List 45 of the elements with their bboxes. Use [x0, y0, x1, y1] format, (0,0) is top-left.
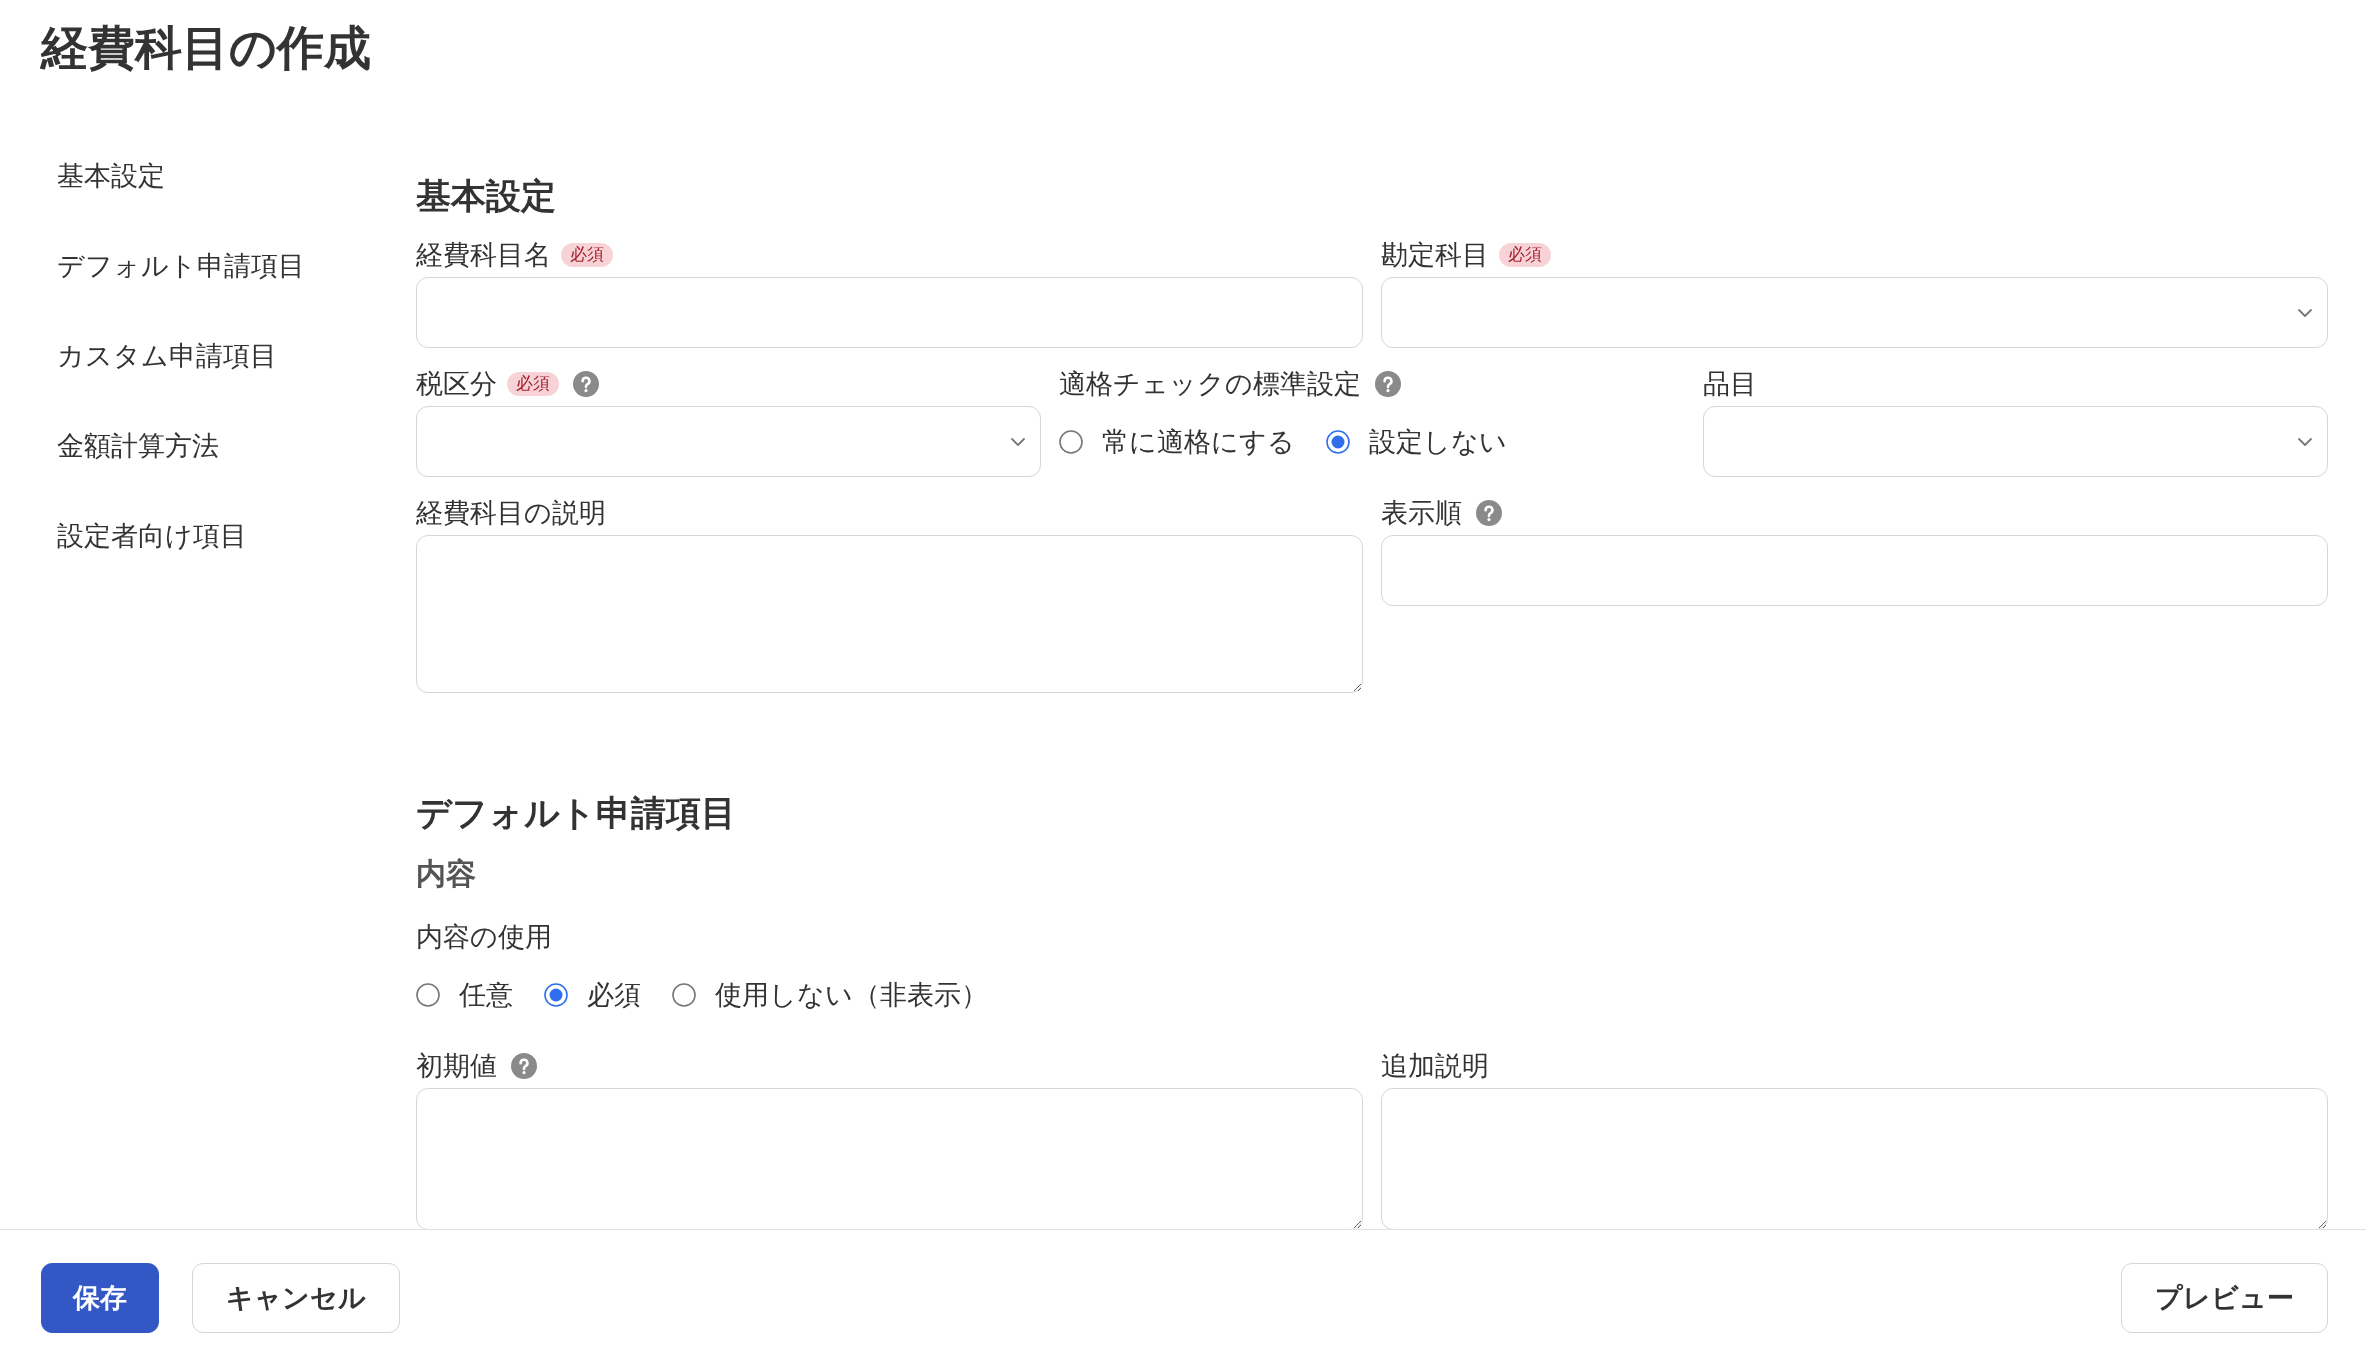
field-label: 追加説明 [1381, 1050, 1489, 1083]
help-icon[interactable] [511, 1053, 537, 1079]
help-icon[interactable] [573, 371, 599, 397]
field-label: 初期値 [416, 1050, 497, 1083]
field-label: 勘定科目 [1381, 239, 1489, 272]
preview-button[interactable]: プレビュー [2121, 1263, 2328, 1333]
help-icon[interactable] [1375, 371, 1402, 397]
radio-option[interactable]: 設定しない [1326, 422, 1508, 461]
text-field[interactable] [416, 277, 1363, 348]
required-badge: 必須 [561, 243, 613, 267]
sidebar-link[interactable]: 金額計算方法 [57, 401, 219, 491]
radio-option[interactable]: 使用しない（非表示） [672, 975, 988, 1014]
field-label: 経費科目の説明 [416, 497, 606, 530]
textarea-field[interactable] [416, 535, 1363, 693]
radio-option[interactable]: 任意 [416, 975, 513, 1014]
help-icon[interactable] [1476, 500, 1502, 526]
field-label: 適格チェックの標準設定 [1059, 368, 1362, 401]
cancel-button[interactable]: キャンセル [192, 1263, 400, 1333]
required-badge: 必須 [507, 372, 559, 396]
textarea-field[interactable] [416, 1088, 1363, 1229]
save-button[interactable]: 保存 [41, 1263, 159, 1333]
section-heading: 基本設定 [416, 175, 557, 217]
page-title: 経費科目の作成 [39, 20, 372, 76]
radio-option[interactable]: 常に適格にする [1059, 422, 1296, 461]
dropdown-field[interactable] [1381, 277, 2328, 348]
radio-option[interactable]: 必須 [544, 975, 641, 1014]
field-label: 経費科目名 [416, 239, 551, 272]
chevron-down-icon [2297, 307, 2313, 318]
field-label: 品目 [1702, 368, 1757, 401]
text-field[interactable] [1381, 535, 2328, 606]
sidebar-link[interactable]: デフォルト申請項目 [57, 221, 305, 311]
chevron-down-icon [2297, 436, 2313, 447]
sidebar-link[interactable]: 設定者向け項目 [57, 491, 247, 581]
dropdown-field[interactable] [416, 406, 1042, 477]
textarea-field[interactable] [1381, 1088, 2328, 1229]
field-label: 表示順 [1381, 497, 1462, 530]
chevron-down-icon [1010, 436, 1027, 447]
field-label: 税区分 [416, 368, 497, 401]
dropdown-field[interactable] [1702, 406, 2328, 477]
section-heading: デフォルト申請項目 [416, 792, 737, 834]
required-badge: 必須 [1499, 243, 1551, 267]
field-label: 内容の使用 [416, 921, 552, 954]
sidebar-link[interactable]: 基本設定 [57, 131, 165, 221]
subsection-heading: 内容 [416, 856, 477, 892]
sidebar-link[interactable]: カスタム申請項目 [57, 311, 277, 401]
